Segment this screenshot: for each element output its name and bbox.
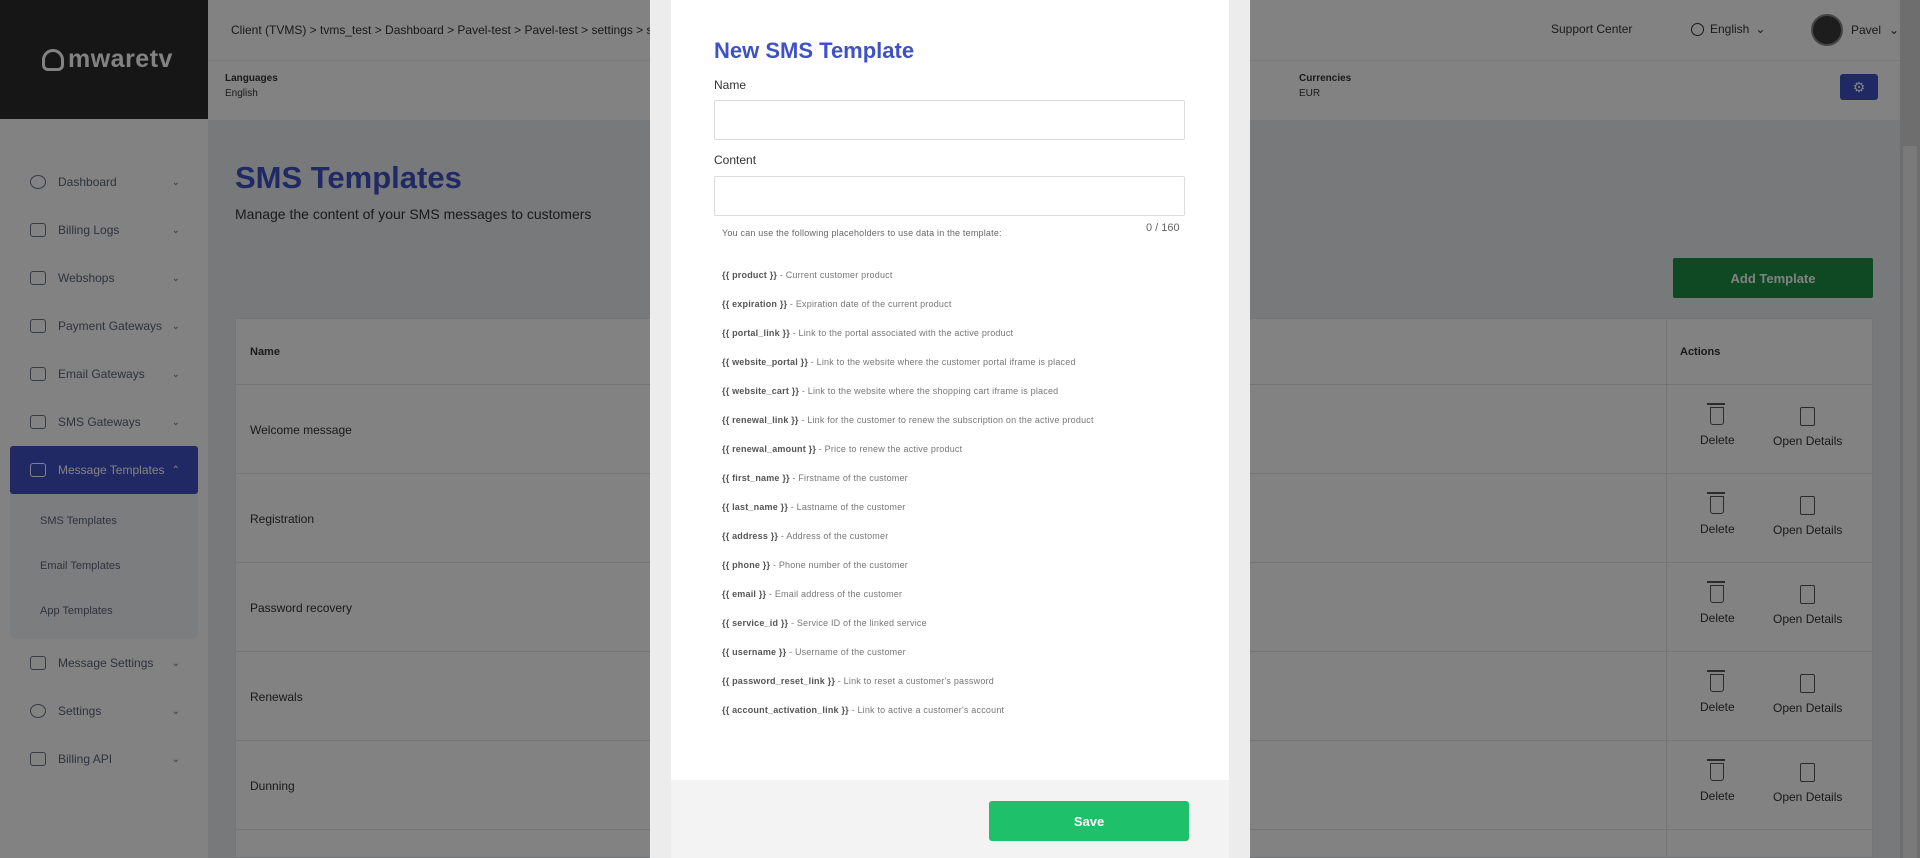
modal-title: New SMS Template xyxy=(714,38,915,63)
placeholder-key: {{ website_portal }} xyxy=(722,357,809,367)
placeholder-desc: - Link to active a customer's account xyxy=(848,705,1005,715)
content-label: Content xyxy=(714,153,757,167)
placeholder-item: {{ product }} - Current customer product xyxy=(722,270,1094,299)
placeholder-desc: - Username of the customer xyxy=(786,647,906,657)
placeholder-desc: - Address of the customer xyxy=(778,531,889,541)
placeholder-item: {{ address }} - Address of the customer xyxy=(722,531,1094,560)
placeholder-item: {{ website_portal }} - Link to the websi… xyxy=(722,357,1094,386)
placeholder-desc: - Link to the portal associated with the… xyxy=(789,328,1014,338)
placeholder-key: {{ last_name }} xyxy=(722,502,789,512)
placeholder-key: {{ expiration }} xyxy=(722,299,788,309)
placeholder-key: {{ username }} xyxy=(722,647,787,657)
placeholder-key: {{ portal_link }} xyxy=(722,328,790,338)
placeholder-desc: - Service ID of the linked service xyxy=(788,618,927,628)
placeholder-key: {{ renewal_link }} xyxy=(722,415,799,425)
placeholder-item: {{ last_name }} - Lastname of the custom… xyxy=(722,502,1094,531)
placeholder-item: {{ password_reset_link }} - Link to rese… xyxy=(722,676,1094,705)
character-counter: 0 / 160 xyxy=(1146,222,1180,234)
placeholder-item: {{ first_name }} - Firstname of the cust… xyxy=(722,473,1094,502)
placeholder-item: {{ expiration }} - Expiration date of th… xyxy=(722,299,1094,328)
placeholder-key: {{ password_reset_link }} xyxy=(722,676,836,686)
placeholder-item: {{ account_activation_link }} - Link to … xyxy=(722,705,1094,734)
placeholder-item: {{ email }} - Email address of the custo… xyxy=(722,589,1094,618)
placeholder-desc: - Phone number of the customer xyxy=(770,560,908,570)
scrollbar-thumb[interactable] xyxy=(1903,146,1917,858)
placeholder-desc: - Email address of the customer xyxy=(766,589,903,599)
placeholder-item: {{ website_cart }} - Link to the website… xyxy=(722,386,1094,415)
placeholder-item: {{ renewal_link }} - Link for the custom… xyxy=(722,415,1094,444)
placeholder-item: {{ username }} - Username of the custome… xyxy=(722,647,1094,676)
placeholder-desc: - Price to renew the active product xyxy=(816,444,963,454)
placeholder-item: {{ service_id }} - Service ID of the lin… xyxy=(722,618,1094,647)
placeholder-desc: - Link to reset a customer's password xyxy=(835,676,994,686)
placeholder-key: {{ product }} xyxy=(722,270,778,280)
save-button[interactable]: Save xyxy=(989,801,1189,841)
placeholder-list: {{ product }} - Current customer product… xyxy=(722,270,1094,734)
placeholder-item: {{ renewal_amount }} - Price to renew th… xyxy=(722,444,1094,473)
name-field[interactable] xyxy=(714,100,1185,140)
placeholder-key: {{ phone }} xyxy=(722,560,771,570)
placeholder-hint: You can use the following placeholders t… xyxy=(722,228,1002,238)
placeholder-key: {{ first_name }} xyxy=(722,473,790,483)
placeholder-key: {{ address }} xyxy=(722,531,779,541)
placeholder-desc: - Lastname of the customer xyxy=(788,502,906,512)
placeholder-item: {{ portal_link }} - Link to the portal a… xyxy=(722,328,1094,357)
placeholder-desc: - Current customer product xyxy=(777,270,893,280)
name-label: Name xyxy=(714,78,747,92)
placeholder-key: {{ renewal_amount }} xyxy=(722,444,817,454)
placeholder-desc: - Firstname of the customer xyxy=(789,473,908,483)
placeholder-desc: - Link to the website where the customer… xyxy=(808,357,1076,367)
placeholder-item: {{ phone }} - Phone number of the custom… xyxy=(722,560,1094,589)
placeholder-key: {{ service_id }} xyxy=(722,618,789,628)
placeholder-key: {{ email }} xyxy=(722,589,767,599)
placeholder-desc: - Link to the website where the shopping… xyxy=(799,386,1059,396)
placeholder-desc: - Expiration date of the current product xyxy=(787,299,952,309)
placeholder-desc: - Link for the customer to renew the sub… xyxy=(798,415,1094,425)
placeholder-key: {{ account_activation_link }} xyxy=(722,705,849,715)
content-field[interactable] xyxy=(714,176,1185,216)
placeholder-key: {{ website_cart }} xyxy=(722,386,800,396)
